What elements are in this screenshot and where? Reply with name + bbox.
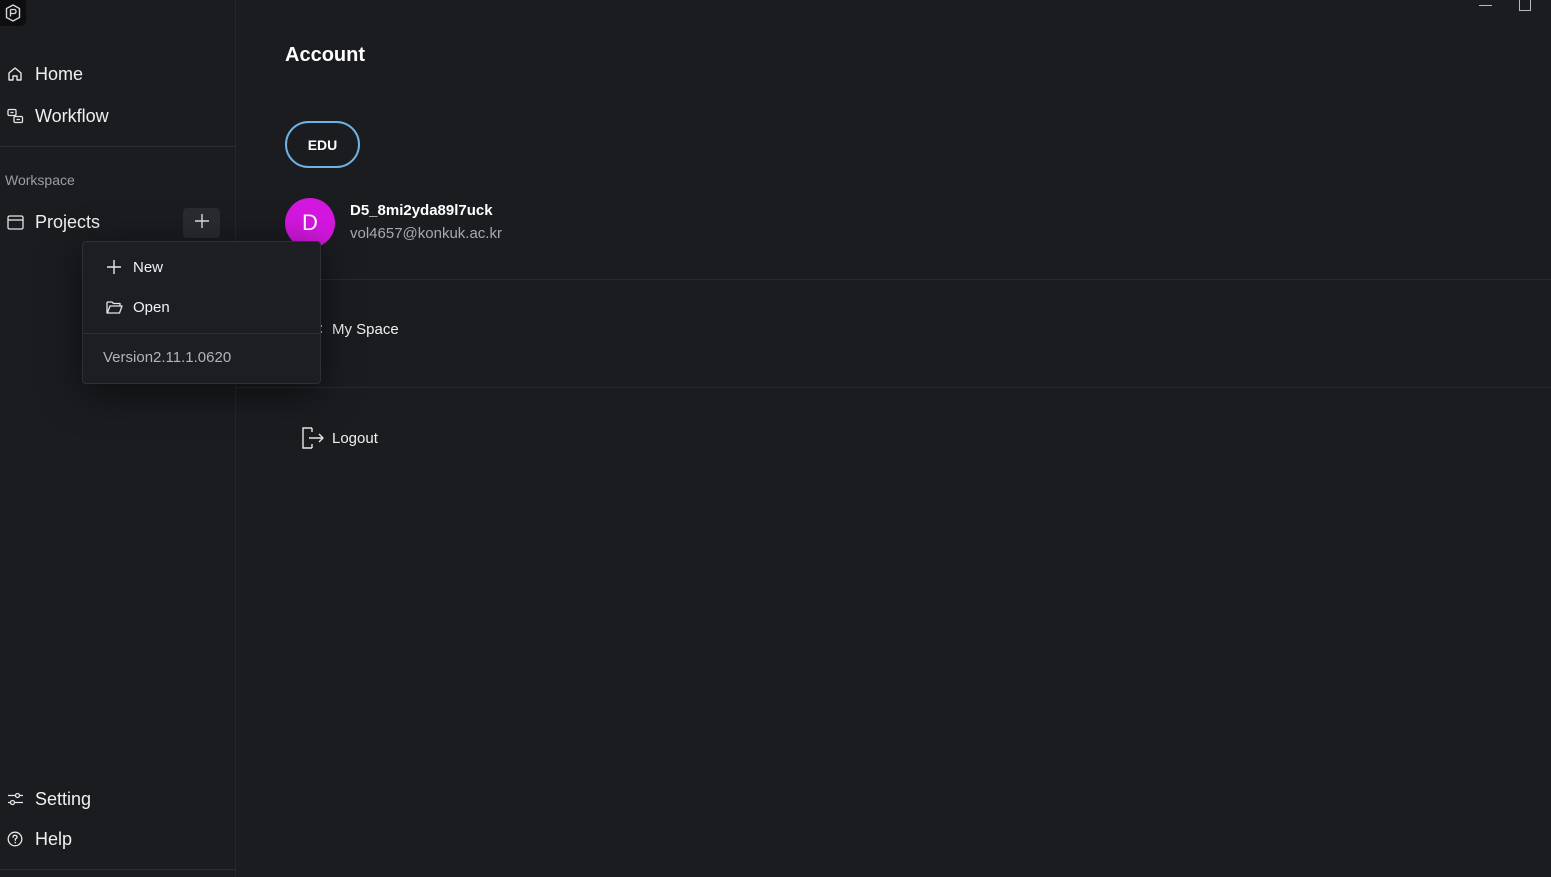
menu-item-label: Open [133, 298, 170, 316]
section-divider [236, 387, 1551, 388]
menu-item-open[interactable]: Open [83, 289, 320, 325]
sidebar-item-help[interactable]: Help [0, 823, 230, 855]
sidebar-item-label: Setting [35, 788, 92, 809]
minimize-button[interactable] [1479, 5, 1492, 6]
home-icon [6, 65, 24, 83]
sidebar-divider [0, 146, 236, 147]
sidebar-item-workflow[interactable]: Workflow [0, 100, 230, 132]
section-divider [236, 279, 1551, 280]
menu-item-label: New [133, 258, 164, 276]
sidebar-item-home[interactable]: Home [0, 58, 230, 90]
sidebar-item-projects[interactable]: Projects [0, 206, 180, 238]
sidebar-item-setting[interactable]: Setting [0, 783, 230, 815]
my-space-label: My Space [332, 320, 399, 338]
section-label-workspace: Workspace [5, 172, 75, 188]
panel-icon [6, 213, 24, 231]
workflow-icon [6, 107, 24, 125]
logout-button[interactable]: Logout [300, 424, 378, 452]
logout-label: Logout [332, 429, 378, 447]
page-title: Account [285, 44, 365, 66]
user-name: D5_8mi2yda89l7uck [350, 202, 493, 219]
sidebar: Home Workflow Workspace Projects Setting… [0, 0, 236, 877]
menu-divider [83, 333, 320, 334]
help-circle-icon [6, 830, 24, 848]
app-window: Home Workflow Workspace Projects Setting… [0, 0, 1551, 877]
sidebar-bottom-divider [0, 869, 236, 870]
folder-open-icon [104, 297, 124, 317]
projects-dropdown-menu: New Open Version2.11.1.0620 [82, 241, 321, 384]
plus-icon [194, 213, 210, 234]
menu-item-new[interactable]: New [83, 249, 320, 285]
sidebar-item-label: Projects [35, 211, 101, 232]
plan-badge: EDU [285, 121, 360, 168]
sidebar-item-label: Help [35, 828, 73, 849]
logout-icon [300, 425, 326, 451]
maximize-button[interactable] [1519, 0, 1531, 11]
sidebar-item-label: Workflow [35, 105, 109, 126]
plus-icon [104, 257, 124, 277]
user-email: vol4657@konkuk.ac.kr [350, 225, 502, 242]
add-project-button[interactable] [183, 208, 220, 238]
version-text: Version2.11.1.0620 [103, 349, 232, 366]
sliders-icon [6, 790, 24, 808]
sidebar-item-label: Home [35, 63, 84, 84]
app-logo-icon[interactable] [0, 0, 26, 26]
